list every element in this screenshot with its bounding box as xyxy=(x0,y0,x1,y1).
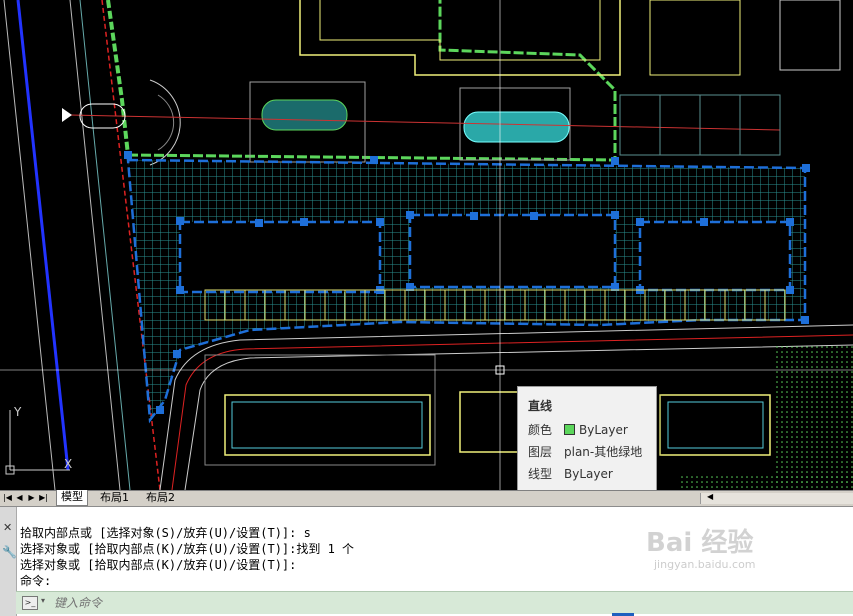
command-history-line: 命令: xyxy=(20,574,52,588)
building-outline xyxy=(319,0,601,61)
prev-tab-button[interactable]: ◀ xyxy=(14,492,25,504)
layout-tab-bar: |◀ ◀ ▶ ▶| 模型 布局1 布局2 ◀ xyxy=(0,490,853,506)
lower-buildings xyxy=(204,354,771,466)
building-outline xyxy=(299,0,621,76)
building-outline xyxy=(649,0,741,76)
planter xyxy=(261,99,348,131)
next-tab-button[interactable]: ▶ xyxy=(26,492,37,504)
color-swatch-icon xyxy=(564,424,575,435)
first-tab-button[interactable]: |◀ xyxy=(2,492,13,504)
circular-plaza xyxy=(149,79,181,166)
ucs-y-label: Y xyxy=(13,405,22,419)
last-tab-button[interactable]: ▶| xyxy=(38,492,49,504)
command-line-sidebar: ✕ 🔧 xyxy=(0,507,17,616)
watermark-logo: Bai 经验 xyxy=(646,528,754,558)
green-area xyxy=(775,345,853,485)
tab-model[interactable]: 模型 xyxy=(56,490,88,506)
circular-plaza xyxy=(157,94,175,151)
cursor-arrow-marker xyxy=(62,108,72,122)
tooltip-title: 直线 xyxy=(528,399,553,413)
tooltip-row-linetype: 线型 ByLayer xyxy=(528,465,613,483)
command-input-bar: >_ ▾ xyxy=(16,591,853,614)
hatch-island[interactable] xyxy=(408,213,617,289)
tab-layout2[interactable]: 布局2 xyxy=(142,491,179,505)
chevron-down-icon[interactable]: ▾ xyxy=(41,596,45,605)
road-curve-center xyxy=(171,334,853,490)
command-input[interactable] xyxy=(52,594,556,612)
scroll-left-icon[interactable]: ◀ xyxy=(707,492,713,501)
building-outline xyxy=(779,0,841,71)
drawing-viewport[interactable]: Y X xyxy=(0,0,853,490)
close-icon[interactable]: ✕ xyxy=(3,521,12,534)
ucs-icon: Y X xyxy=(5,405,72,475)
tab-layout1[interactable]: 布局1 xyxy=(96,491,133,505)
parking-grid xyxy=(619,94,781,156)
horizontal-scrollbar[interactable]: ◀ xyxy=(700,492,853,504)
road-edge-cyan xyxy=(79,0,131,490)
command-prompt-icon[interactable]: >_ xyxy=(22,596,38,610)
cad-drawing[interactable] xyxy=(0,0,853,490)
command-history-line: 选择对象或 [拾取内部点(K)/放弃(U)/设置(T)]: xyxy=(20,558,297,572)
hatch-island[interactable] xyxy=(178,220,382,294)
tooltip-row-color: 颜色 ByLayer xyxy=(528,421,628,439)
hatch-island[interactable] xyxy=(638,220,792,292)
tooltip-key: 线型 xyxy=(528,467,553,481)
tooltip-row-layer: 图层 plan-其他绿地 xyxy=(528,443,642,461)
green-area xyxy=(680,475,853,490)
tooltip-value: ByLayer xyxy=(564,467,613,481)
tooltip-key: 颜色 xyxy=(528,423,553,437)
watermark-url: jingyan.baidu.com xyxy=(654,558,756,571)
tooltip-value: ByLayer xyxy=(579,423,628,437)
command-history-line: 拾取内部点或 [选择对象(S)/放弃(U)/设置(T)]: s xyxy=(20,526,311,540)
red-axis xyxy=(69,114,781,131)
water-feature xyxy=(463,111,570,143)
quick-properties-tooltip: 直线 颜色 ByLayer 图层 plan-其他绿地 线型 ByLayer xyxy=(517,386,657,498)
tooltip-key: 图层 xyxy=(528,445,553,459)
wrench-icon[interactable]: 🔧 xyxy=(2,545,17,559)
ucs-x-label: X xyxy=(64,457,72,471)
tooltip-value: plan-其他绿地 xyxy=(564,445,643,459)
command-history-line: 选择对象或 [拾取内部点(K)/放弃(U)/设置(T)]:找到 1 个 xyxy=(20,542,355,556)
